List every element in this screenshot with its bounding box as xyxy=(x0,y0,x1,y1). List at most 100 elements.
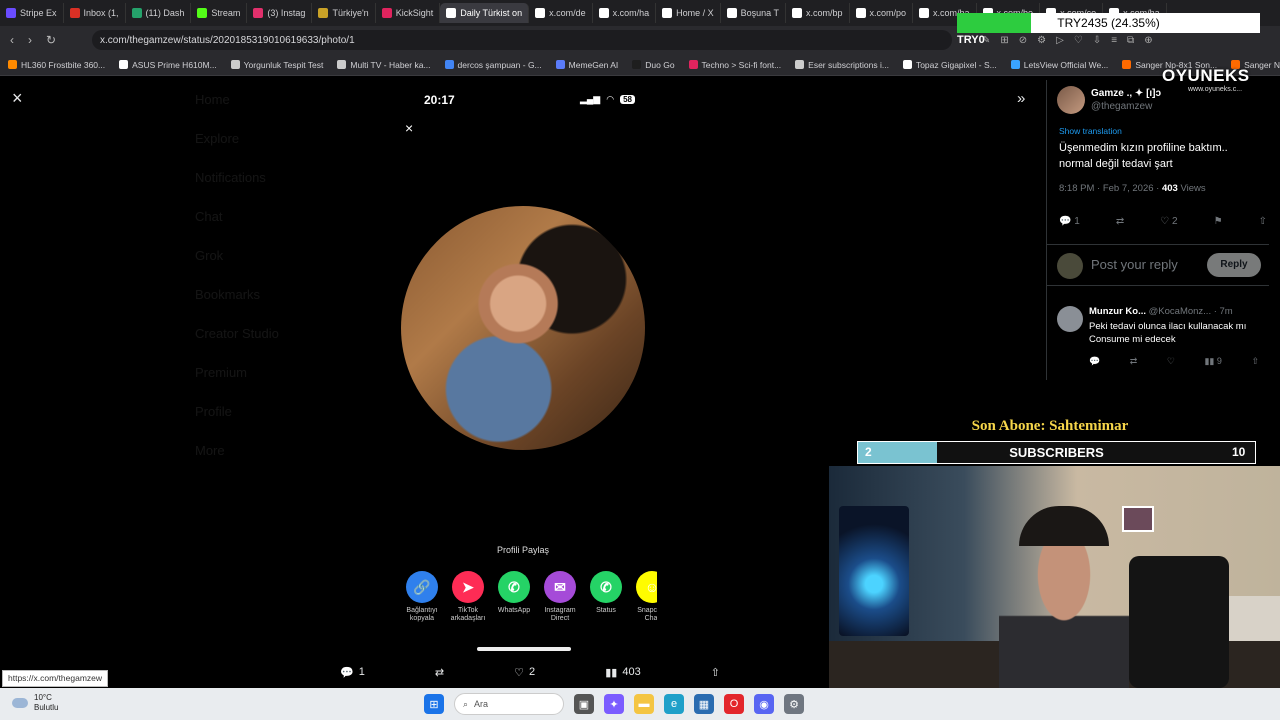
tab-label: x.com/po xyxy=(869,8,907,18)
reply-views[interactable]: ▮▮ 9 xyxy=(1204,356,1221,367)
tab-favicon xyxy=(446,8,457,18)
browser-tab[interactable]: x.com/de xyxy=(529,3,593,23)
dimmed-nav-item: More xyxy=(195,443,225,458)
forward-icon[interactable]: › xyxy=(28,33,32,47)
donation-goal-text: TRY2435 (24.35%) xyxy=(1057,16,1160,30)
bookmark-item[interactable]: Duo Go xyxy=(632,59,675,70)
reply-share-icon[interactable]: ⇧ xyxy=(1251,356,1259,367)
show-translation-link[interactable]: Show translation xyxy=(1059,126,1122,136)
bookmark-label: Topaz Gigapixel - S... xyxy=(915,59,997,70)
extension-icon[interactable]: ▷ xyxy=(1056,35,1064,46)
copilot-icon[interactable]: ✦ xyxy=(604,694,624,714)
bookmark-label: Techno > Sci-fi font... xyxy=(701,59,782,70)
reply-author[interactable]: Munzur Ko... @KocaMonz... · 7m xyxy=(1089,306,1265,317)
browser-tab[interactable]: (3) Instag xyxy=(247,3,313,23)
retweet-action[interactable]: ⇄ xyxy=(435,666,444,679)
share-option-label: WhatsApp xyxy=(497,607,531,614)
settings-icon[interactable]: ⚙ xyxy=(784,694,804,714)
bookmark-item[interactable]: MemeGen AI xyxy=(555,60,618,70)
my-avatar xyxy=(1057,253,1083,279)
views-count: 403 xyxy=(622,666,641,678)
reply-author-avatar[interactable] xyxy=(1057,306,1083,332)
tab-favicon xyxy=(726,8,737,18)
like-button[interactable]: ♡ 2 xyxy=(1160,216,1177,227)
bookmark-favicon xyxy=(632,60,642,69)
bookmark-icon[interactable]: ⚑ xyxy=(1214,216,1223,227)
reply-author-name: Munzur Ko... xyxy=(1089,306,1146,317)
browser-tab[interactable]: Türkiye'n xyxy=(312,3,376,23)
bookmark-label: Eser subscriptions i... xyxy=(808,59,889,70)
extension-icon[interactable]: ⚙ xyxy=(1037,35,1046,46)
tab-label: Daily Türkist on xyxy=(460,8,523,18)
share-option-label: Status xyxy=(596,607,616,614)
browser-tab[interactable]: Home / X xyxy=(656,3,721,23)
views-action[interactable]: ▮▮ 403 xyxy=(605,666,640,679)
reply-retweet-icon[interactable]: ⇄ xyxy=(1130,356,1138,367)
bookmark-item[interactable]: Multi TV - Haber ka... xyxy=(337,60,431,70)
reply-reply-icon[interactable]: 💬 xyxy=(1089,356,1100,367)
reply-views-count: 9 xyxy=(1216,356,1222,366)
share-icon[interactable]: ⇧ xyxy=(1259,216,1267,227)
start-icon[interactable]: ⊞ xyxy=(424,694,444,714)
back-icon[interactable]: ‹ xyxy=(10,33,14,47)
file-explorer-icon[interactable]: ▬ xyxy=(634,694,654,714)
author-handle[interactable]: @thegamzew xyxy=(1091,101,1152,112)
url-field[interactable]: x.com/thegamzew/status/20201853190106196… xyxy=(92,30,952,50)
tab-label: x.com/bp xyxy=(806,8,843,18)
opera-icon[interactable]: O xyxy=(724,694,744,714)
browser-tab[interactable]: Stream xyxy=(191,3,248,23)
bookmark-item[interactable]: Techno > Sci-fi font... xyxy=(688,59,782,70)
reload-icon[interactable]: ↻ xyxy=(46,33,56,47)
browser-tab[interactable]: x.com/bp xyxy=(786,3,850,23)
extension-icon[interactable]: ⊞ xyxy=(1000,35,1008,46)
extension-icon[interactable]: ⇩ xyxy=(1093,35,1101,46)
edge-icon[interactable]: e xyxy=(664,694,684,714)
browser-tab[interactable]: Inbox (1, xyxy=(64,3,126,23)
taskbar-search[interactable]: ⌕ Ara xyxy=(454,693,564,715)
close-viewer-icon[interactable]: × xyxy=(12,88,30,110)
reply-like-icon[interactable]: ♡ xyxy=(1167,356,1175,367)
browser-tab[interactable]: (11) Dash xyxy=(126,3,192,23)
expand-panel-icon[interactable]: » xyxy=(1017,90,1025,107)
bookmark-item[interactable]: dercos şampuan - G... xyxy=(444,60,542,70)
extension-icon[interactable]: ♡ xyxy=(1074,35,1083,46)
author-avatar[interactable] xyxy=(1057,86,1085,114)
bookmark-item[interactable]: Yorgunluk Tespit Test xyxy=(230,60,323,70)
reply-input[interactable]: Post your reply xyxy=(1091,257,1201,272)
bookmark-item[interactable]: HL360 Frostbite 360... xyxy=(8,60,105,70)
browser-tab[interactable]: x.com/ha xyxy=(593,3,657,23)
tab-favicon xyxy=(381,8,392,18)
reply-action[interactable]: 💬 1 xyxy=(340,666,365,679)
task-view-icon[interactable]: ▣ xyxy=(574,694,594,714)
bookmark-item[interactable]: LetsView Official We... xyxy=(1010,59,1109,70)
browser-tab[interactable]: Stripe Ex xyxy=(0,3,64,23)
last-subscriber: Son Abone: Sahtemimar xyxy=(971,418,1129,434)
store-icon[interactable]: ▦ xyxy=(694,694,714,714)
windows-taskbar: 10°C Bulutlu ⊞ ⌕ Ara ▣ ✦ ▬ e ▦ O ◉ ⚙ xyxy=(0,688,1280,720)
cloud-icon xyxy=(12,698,28,708)
browser-tab[interactable]: x.com/po xyxy=(850,3,914,23)
extension-icon[interactable]: ≡ xyxy=(1111,35,1117,46)
browser-tab[interactable]: KickSight xyxy=(376,3,441,23)
reply-submit-button[interactable]: Reply xyxy=(1207,253,1261,277)
extension-icon[interactable]: ⊕ xyxy=(1144,35,1152,46)
retweet-button[interactable]: ⇄ xyxy=(1116,216,1124,227)
extension-icon[interactable]: ⧉ xyxy=(1127,35,1134,46)
bookmark-label: LetsView Official We... xyxy=(1023,59,1109,70)
weather-widget[interactable]: 10°C Bulutlu xyxy=(12,693,58,713)
like-action[interactable]: ♡ 2 xyxy=(514,666,535,679)
bookmark-label: Duo Go xyxy=(645,59,675,70)
tweet-time[interactable]: 8:18 PM · Feb 7, 2026 · xyxy=(1059,183,1159,194)
bookmark-item[interactable]: ASUS Prime H610M... xyxy=(119,60,217,70)
bookmark-item[interactable]: Topaz Gigapixel - S... xyxy=(902,59,997,70)
discord-icon[interactable]: ◉ xyxy=(754,694,774,714)
tab-label: Stream xyxy=(211,8,241,18)
author-name[interactable]: Gamze ., ✦ [ı]ɔ xyxy=(1091,88,1161,99)
share-action[interactable]: ⇧ xyxy=(711,666,720,679)
browser-tab[interactable]: Boşuna T xyxy=(721,3,786,23)
dimmed-nav-item: Profile xyxy=(195,404,232,419)
browser-tab[interactable]: Daily Türkist on xyxy=(440,3,530,23)
reply-button[interactable]: 💬 1 xyxy=(1059,216,1080,227)
bookmark-item[interactable]: Eser subscriptions i... xyxy=(795,60,889,70)
extension-icon[interactable]: ⊘ xyxy=(1019,35,1027,46)
